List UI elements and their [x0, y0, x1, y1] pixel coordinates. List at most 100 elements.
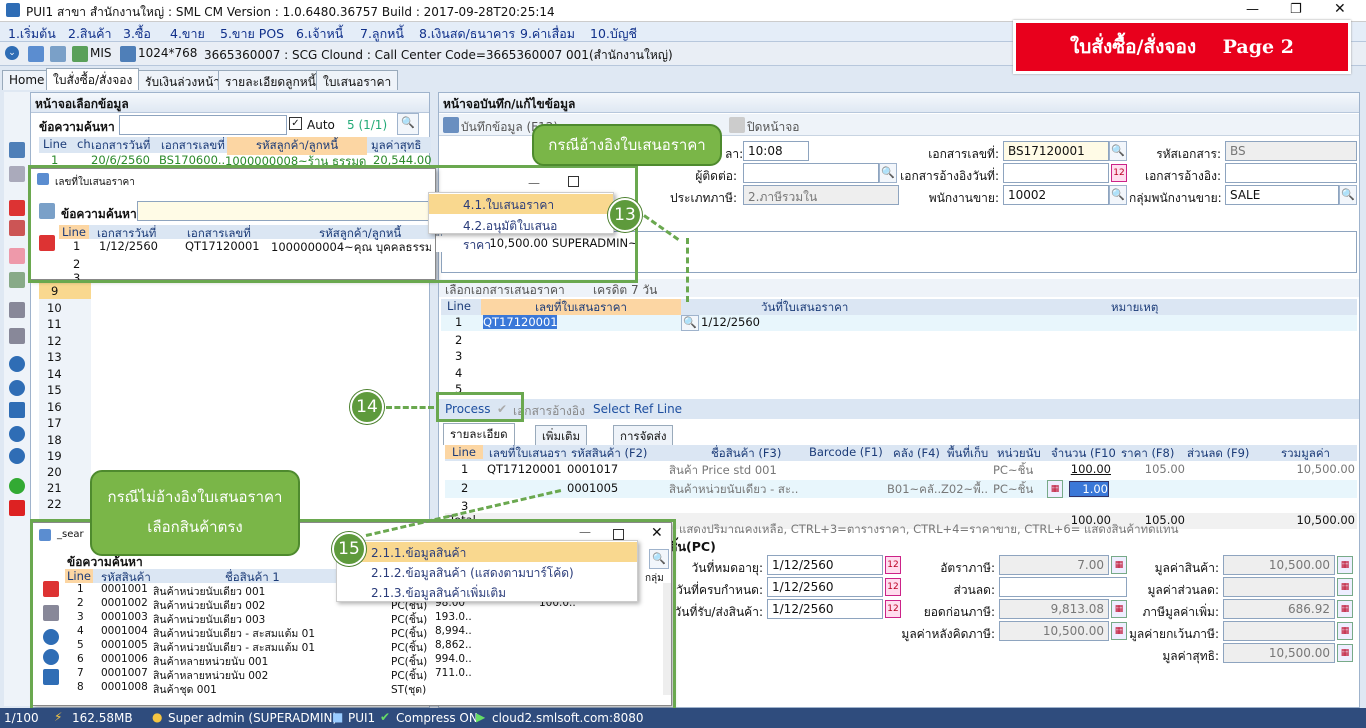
- tab-quotation[interactable]: ใบเสนอราคา: [316, 70, 399, 90]
- menu-purchase[interactable]: 3.ซื้อ: [123, 24, 151, 44]
- net-label: มูลค่าสุทธิ:: [1162, 649, 1219, 663]
- deliver-field[interactable]: 1/12/2560: [767, 599, 883, 619]
- discount-field[interactable]: [999, 577, 1127, 597]
- vat-field[interactable]: 686.92: [1223, 599, 1335, 619]
- calculator-icon[interactable]: [50, 46, 66, 62]
- tax-rate-field[interactable]: 7.00: [999, 555, 1109, 575]
- close-page-button[interactable]: ปิดหน้าจอ: [747, 118, 800, 137]
- tab-detail[interactable]: รายละเอียด: [443, 423, 515, 445]
- menu-accounting[interactable]: 10.บัญชี: [590, 24, 637, 44]
- after-tax-field[interactable]: 10,500.00: [999, 621, 1109, 641]
- left-search-button[interactable]: 🔍: [397, 113, 419, 135]
- cancel-icon[interactable]: [9, 500, 25, 516]
- expire-field[interactable]: 1/12/2560: [767, 555, 883, 575]
- calculator-icon[interactable]: ▦: [1047, 480, 1063, 498]
- tab-extra[interactable]: เพิ่มเติม: [535, 425, 588, 445]
- row-num: 16: [47, 400, 62, 414]
- select-ref-line-button[interactable]: Select Ref Line: [593, 402, 682, 416]
- calculator-icon[interactable]: ▦: [1337, 556, 1353, 574]
- monitor-icon: [120, 46, 136, 62]
- left-search-input[interactable]: [119, 115, 287, 135]
- resolution-label: 1024*768: [138, 46, 198, 60]
- maximize-button[interactable]: ❐: [1290, 2, 1302, 17]
- calculator-icon[interactable]: ▦: [1337, 600, 1353, 618]
- menu-pos[interactable]: 5.ขาย POS: [220, 24, 284, 44]
- chevron-down-icon[interactable]: ⌄: [5, 46, 19, 60]
- memory-icon: ⚡: [54, 710, 63, 724]
- quote-search-icon[interactable]: 🔍: [681, 315, 699, 331]
- report-icon[interactable]: [9, 302, 25, 318]
- menu-debtor[interactable]: 7.ลูกหนี้: [360, 24, 404, 44]
- arrow-left-icon[interactable]: [9, 356, 25, 372]
- ref-date-calendar-icon[interactable]: 12: [1111, 164, 1127, 182]
- tab-home[interactable]: Home: [2, 70, 52, 90]
- doc-no-field[interactable]: BS17120001: [1003, 141, 1109, 161]
- contact-field[interactable]: [743, 163, 879, 183]
- goods-value-field[interactable]: 10,500.00: [1223, 555, 1335, 575]
- before-tax-field[interactable]: 9,813.08: [999, 599, 1109, 619]
- fast-forward-icon[interactable]: [9, 402, 25, 418]
- sales-field[interactable]: 10002: [1003, 185, 1109, 205]
- arrow-up-icon[interactable]: [9, 426, 25, 442]
- time-field[interactable]: 10:08: [743, 141, 809, 161]
- confirm-icon[interactable]: [9, 478, 25, 494]
- status-memory: 162.58MB: [72, 711, 133, 725]
- export-icon[interactable]: [9, 272, 25, 288]
- col-barcode: Barcode (F1): [809, 445, 883, 459]
- calculator-icon[interactable]: ▦: [1337, 644, 1353, 662]
- minimize-button[interactable]: —: [1246, 2, 1259, 17]
- menu-depreciation[interactable]: 9.ค่าเสื่อม: [520, 24, 575, 44]
- row-num: 22: [47, 497, 62, 511]
- menu-start[interactable]: 1.เริ่มต้น: [8, 24, 56, 44]
- tab-advance-payment[interactable]: รับเงินล่วงหน้า: [138, 70, 228, 90]
- ref-date-field[interactable]: [1003, 163, 1109, 183]
- menu-sales[interactable]: 4.ขาย: [170, 24, 205, 44]
- item-row-2[interactable]: 2 0001005 สินค้าหน่วยนับเดียว - สะ.. B01…: [445, 480, 1357, 498]
- arrow-down-icon[interactable]: [9, 448, 25, 464]
- delete-icon[interactable]: [9, 220, 25, 236]
- lock-icon[interactable]: [9, 248, 25, 264]
- quote-popup-highlight: [28, 165, 638, 283]
- new-document-icon[interactable]: [9, 142, 25, 158]
- calculator-icon[interactable]: ▦: [1337, 622, 1353, 640]
- col-product-code: รหัสสินค้า (F2): [571, 446, 648, 460]
- calculator-icon[interactable]: ▦: [1337, 578, 1353, 596]
- tax-type-select[interactable]: 2.ภาษีรวมใน: [743, 185, 899, 205]
- auto-checkbox[interactable]: ✓: [289, 117, 302, 130]
- sales-search-icon[interactable]: 🔍: [1109, 185, 1127, 205]
- cell-qty-editing[interactable]: 1.00: [1069, 481, 1109, 497]
- exempt-field[interactable]: [1223, 621, 1335, 641]
- select-quote-button[interactable]: เลือกเอกสารเสนอราคา: [445, 281, 565, 300]
- net-field[interactable]: 10,500.00: [1223, 643, 1335, 663]
- copy-icon[interactable]: [9, 166, 25, 182]
- col-discount: ส่วนลด (F9): [1187, 446, 1250, 460]
- tab-debtor-detail[interactable]: รายละเอียดลูกหนี้: [218, 70, 323, 90]
- cell-product-code: 0001005: [567, 481, 619, 495]
- ref-row-1[interactable]: 1 QT17120001 🔍 1/12/2560: [441, 315, 1357, 331]
- status-compress: Compress ON: [396, 711, 478, 725]
- print-icon[interactable]: [9, 328, 25, 344]
- checklist-icon[interactable]: [9, 200, 25, 216]
- status-user: Super admin (SUPERADMIN): [168, 711, 338, 725]
- tab-purchase-order[interactable]: ใบสั่งซื้อ/สั่งจอง: [46, 68, 140, 90]
- ref-doc-field[interactable]: [1225, 163, 1357, 183]
- arrow-right-icon[interactable]: [9, 380, 25, 396]
- close-window-button[interactable]: ✕: [1334, 1, 1346, 17]
- tab-delivery[interactable]: การจัดส่ง: [613, 425, 674, 445]
- menu-cash-bank[interactable]: 8.เงินสด/ธนาคาร: [419, 24, 515, 44]
- item-row-1[interactable]: 1 QT17120001 0001017 สินค้า Price std 00…: [445, 462, 1357, 478]
- keyboard-hint: แสดงปริมาณคงเหลือ, CTRL+3=ตารางราคา, CTR…: [679, 522, 1179, 536]
- menu-products[interactable]: 2.สินค้า: [68, 24, 111, 44]
- due-field[interactable]: 1/12/2560: [767, 577, 883, 597]
- ref-grid-header: Line เลขที่ใบเสนอราคา วันที่ใบเสนอราคา ห…: [441, 299, 1357, 317]
- window-title: PUI1 สาขา สำนักงานใหญ่ : SML CM Version …: [26, 5, 555, 19]
- menu-creditor[interactable]: 6.เจ้าหนี้: [296, 24, 343, 44]
- sales-group-field[interactable]: SALE: [1225, 185, 1339, 205]
- row-num: 12: [47, 334, 62, 348]
- sales-group-search-icon[interactable]: 🔍: [1339, 185, 1357, 205]
- doc-no-search-icon[interactable]: 🔍: [1109, 141, 1127, 161]
- doc-code-field[interactable]: BS: [1225, 141, 1357, 161]
- left-grid-header: Line ch เอกสารวันที่ เอกสารเลขที่ รหัสลู…: [39, 137, 431, 155]
- save-icon[interactable]: [28, 46, 44, 62]
- discount-value-field[interactable]: [1223, 577, 1335, 597]
